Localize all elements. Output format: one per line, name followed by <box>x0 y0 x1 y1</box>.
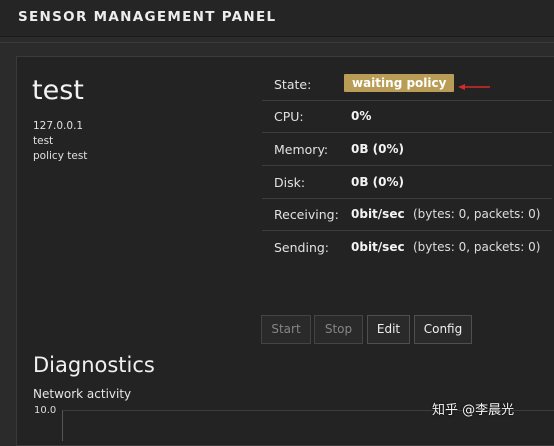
memory-value: 0B (0%) <box>351 142 405 156</box>
stop-button[interactable]: Stop <box>314 315 363 344</box>
cpu-label: CPU: <box>274 109 304 124</box>
watermark: 知乎 @李晨光 <box>432 403 515 418</box>
disk-label: Disk: <box>274 175 306 190</box>
sensor-policy: policy test <box>33 150 88 162</box>
stat-row-cpu: CPU: 0% <box>262 101 552 133</box>
subheader-divider <box>0 42 554 43</box>
sensor-ip: 127.0.0.1 <box>33 120 84 132</box>
cpu-value: 0% <box>351 109 372 123</box>
stat-row-memory: Memory: 0B (0%) <box>262 134 552 166</box>
diagnostics-title: Diagnostics <box>33 353 155 377</box>
sending-detail: (bytes: 0, packets: 0) <box>413 240 541 254</box>
receiving-detail: (bytes: 0, packets: 0) <box>413 207 541 221</box>
chart-y-tick-max: 10.0 <box>34 405 57 416</box>
stat-row-receiving: Receiving: 0bit/sec (bytes: 0, packets: … <box>262 199 552 231</box>
stat-row-disk: Disk: 0B (0%) <box>262 167 552 199</box>
receiving-value: 0bit/sec <box>351 207 405 221</box>
state-label: State: <box>274 77 312 92</box>
sensor-name: test <box>32 75 84 106</box>
network-activity-label: Network activity <box>33 387 132 401</box>
sending-label: Sending: <box>274 240 330 255</box>
stat-row-state: State: waiting policy <box>262 69 552 101</box>
start-button[interactable]: Start <box>261 315 311 344</box>
edit-button[interactable]: Edit <box>367 315 410 344</box>
sending-value: 0bit/sec <box>351 240 405 254</box>
state-badge: waiting policy <box>344 74 455 92</box>
stat-row-sending: Sending: 0bit/sec (bytes: 0, packets: 0) <box>262 232 552 264</box>
receiving-label: Receiving: <box>274 207 339 222</box>
app-title: SENSOR MANAGEMENT PANEL <box>18 9 277 25</box>
config-button[interactable]: Config <box>414 315 472 344</box>
disk-value: 0B (0%) <box>351 175 405 189</box>
annotation-arrow-icon <box>458 84 490 90</box>
sensor-description: test <box>33 135 54 147</box>
top-bar: SENSOR MANAGEMENT PANEL <box>0 0 554 37</box>
memory-label: Memory: <box>274 142 329 157</box>
